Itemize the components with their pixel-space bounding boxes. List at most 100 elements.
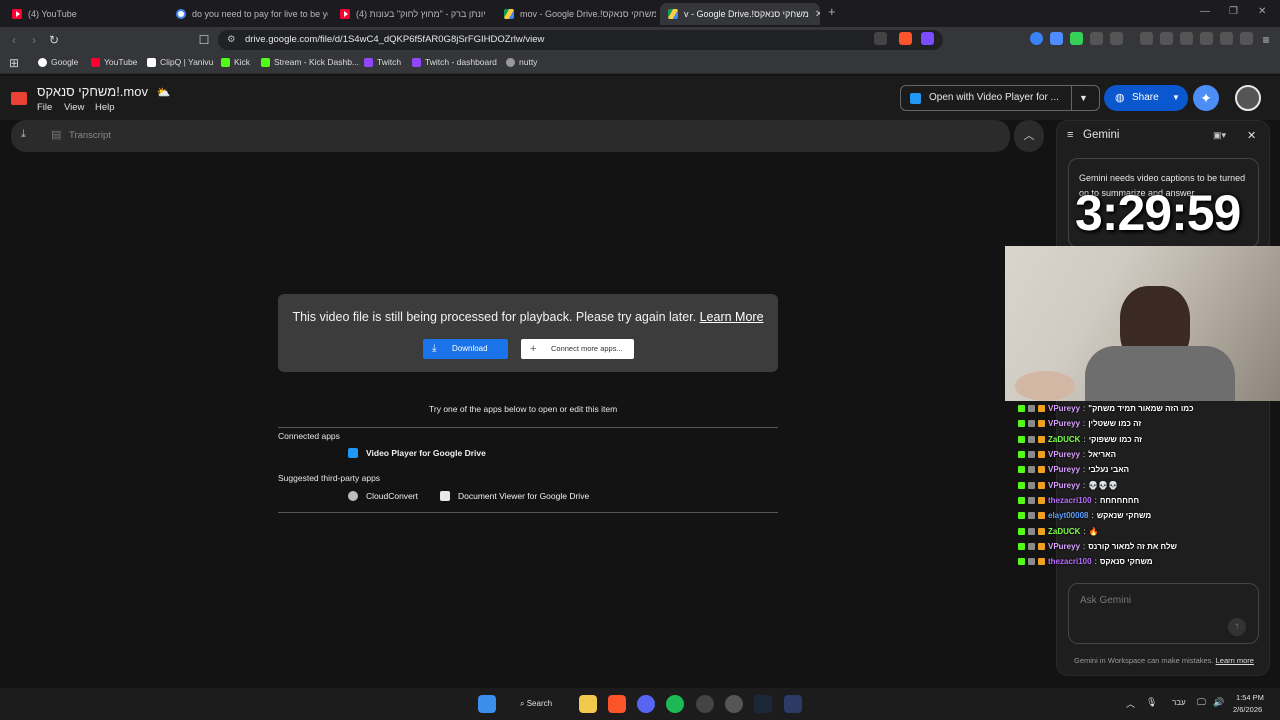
new-tab-icon[interactable]: + xyxy=(828,4,836,19)
download-icon[interactable] xyxy=(1140,32,1153,45)
download-icon[interactable]: ⤓ xyxy=(21,128,26,141)
avatar[interactable] xyxy=(1235,85,1261,111)
menu-file[interactable]: File xyxy=(37,102,52,113)
send-arrow-icon[interactable]: ↑ xyxy=(1228,618,1246,636)
brave-rewards-icon[interactable] xyxy=(921,32,934,45)
transcript-label[interactable]: Transcript xyxy=(69,130,111,141)
tab-youtube[interactable]: (4) YouTube xyxy=(4,3,164,25)
maximize-icon[interactable]: ❐ xyxy=(1229,6,1238,17)
chat-separator: : xyxy=(1083,541,1086,551)
download-button[interactable]: ⤓ Download xyxy=(423,339,508,359)
bookmark-kick[interactable]: Kick xyxy=(221,57,250,67)
connect-more-apps-button[interactable]: + Connect more apps... xyxy=(521,339,634,359)
network-icon[interactable]: 🖵 xyxy=(1197,697,1206,708)
google-icon xyxy=(38,57,47,67)
share-button[interactable]: ◍ Share ▼ xyxy=(1104,85,1188,111)
close-window-icon[interactable]: ✕ xyxy=(1258,6,1266,17)
chat-badge-icon xyxy=(1028,496,1035,504)
collapse-chevron-icon[interactable]: ︿ xyxy=(1014,120,1044,152)
app-document-viewer[interactable]: Document Viewer for Google Drive xyxy=(440,491,589,501)
bookmark-google[interactable]: Google xyxy=(38,57,78,67)
app-icon[interactable] xyxy=(696,695,714,713)
back-icon[interactable]: ‹ xyxy=(6,32,22,48)
bookmark-youtube[interactable]: YouTube xyxy=(91,57,137,67)
chat-text: האבי נעלבי xyxy=(1088,465,1130,475)
leo-icon[interactable] xyxy=(1220,32,1233,45)
language-indicator[interactable]: עבר xyxy=(1172,698,1186,707)
vpn-icon[interactable] xyxy=(1240,32,1253,45)
volume-icon[interactable]: 🔊 xyxy=(1213,697,1224,708)
chat-badge-icon xyxy=(1018,466,1025,474)
chat-text: זה כמו ששטלין xyxy=(1088,419,1142,429)
tab-video[interactable]: (4) יונתן ברק - "מחוץ לחוק" בעונות xyxy=(332,3,492,25)
brave-shield-icon[interactable] xyxy=(899,32,912,45)
extension-icon[interactable] xyxy=(1110,32,1123,45)
reload-icon[interactable]: ↻ xyxy=(46,32,62,48)
transcript-icon: ▤ xyxy=(51,129,62,141)
extension-icon[interactable] xyxy=(1030,32,1043,45)
menu-help[interactable]: Help xyxy=(95,102,115,113)
bookmark-twitch-dashboard[interactable]: Twitch - dashboard xyxy=(412,57,497,67)
app-video-player[interactable]: Video Player for Google Drive xyxy=(348,448,486,458)
chat-username: VPureyy xyxy=(1048,465,1081,475)
google-icon xyxy=(176,9,186,19)
app-icon[interactable] xyxy=(784,695,802,713)
close-icon[interactable]: ✕ xyxy=(1247,129,1256,142)
file-explorer-icon[interactable] xyxy=(579,695,597,713)
media-icon[interactable] xyxy=(1160,32,1173,45)
windows-start-icon[interactable] xyxy=(478,695,496,713)
open-with-button[interactable]: Open with Video Player for ... ▼ xyxy=(900,85,1100,111)
panel-layout-icon[interactable]: ▣▾ xyxy=(1213,130,1226,141)
menu-view[interactable]: View xyxy=(64,102,84,113)
brave-icon[interactable] xyxy=(608,695,626,713)
chat-text: משחקי שנאקש xyxy=(1096,511,1152,521)
address-input[interactable]: ⚙ drive.google.com/file/d/1S4wC4_dQKP6f5… xyxy=(218,30,943,50)
forward-icon[interactable]: › xyxy=(26,32,42,48)
tab-search[interactable]: do you need to pay for live to be you xyxy=(168,3,328,25)
bookmark-clipq[interactable]: ClipQ | Yanivu xyxy=(147,57,213,67)
chat-message: ZaDUCK: 🔥 xyxy=(1018,523,1218,538)
share-caret-icon[interactable]: ▼ xyxy=(1172,85,1180,111)
taskbar-search[interactable]: ⌕ Search xyxy=(512,695,572,713)
bookmark-nutty[interactable]: nutty xyxy=(506,57,537,67)
microphone-icon[interactable]: 🎙 xyxy=(1146,697,1157,708)
gemini-star-icon[interactable]: ✦ xyxy=(1193,85,1219,111)
extension-icon[interactable] xyxy=(1070,32,1083,45)
chat-badge-icon xyxy=(1038,527,1045,535)
ask-gemini-input[interactable]: Ask Gemini ↑ xyxy=(1068,583,1259,644)
bookmark-kick-dashboard[interactable]: Stream - Kick Dashb... xyxy=(261,57,359,67)
sidebar-icon[interactable] xyxy=(1180,32,1193,45)
tray-chevron-icon[interactable]: ︿ xyxy=(1126,697,1135,710)
suggested-apps-heading: Suggested third-party apps xyxy=(278,473,381,483)
site-info-icon[interactable]: ⚙ xyxy=(227,30,236,50)
learn-more-link[interactable]: Learn More xyxy=(700,310,764,324)
tab-drive-1[interactable]: mov - Google Drive.!משחקי סנאקס xyxy=(496,3,656,25)
obs-icon[interactable] xyxy=(725,695,743,713)
gemini-menu-icon[interactable]: ≡ xyxy=(1067,129,1073,141)
chat-message: VPureyy: 💀💀💀 xyxy=(1018,477,1218,492)
cloud-sync-icon[interactable]: ⛅ xyxy=(157,87,171,99)
apps-grid-icon[interactable]: ⊞ xyxy=(6,55,22,71)
minimize-icon[interactable]: — xyxy=(1200,6,1210,17)
close-icon[interactable]: ✕ xyxy=(815,9,820,20)
tab-drive-active[interactable]: v - Google Drive.!משחקי סנאקס ✕ xyxy=(660,3,820,25)
extension-icon[interactable] xyxy=(1050,32,1063,45)
spotify-icon[interactable] xyxy=(666,695,684,713)
chat-badge-icon xyxy=(1038,512,1045,520)
bookmark-icon[interactable]: ☐ xyxy=(196,32,212,48)
processing-card: This video file is still being processed… xyxy=(278,294,778,372)
discord-icon[interactable] xyxy=(637,695,655,713)
dropdown-caret-icon[interactable]: ▼ xyxy=(1079,86,1088,110)
wallet-icon[interactable] xyxy=(1200,32,1213,45)
clock-time[interactable]: 1:54 PM xyxy=(1236,693,1264,702)
bookmark-twitch[interactable]: Twitch xyxy=(364,57,401,67)
learn-more-link[interactable]: Learn more xyxy=(1216,656,1254,665)
share-page-icon[interactable] xyxy=(874,32,887,45)
kick-icon xyxy=(221,57,230,67)
extension-icon[interactable] xyxy=(1090,32,1103,45)
chat-text: האריאל xyxy=(1088,450,1117,460)
menu-icon[interactable]: ≡ xyxy=(1258,32,1274,48)
clock-date[interactable]: 2/6/2026 xyxy=(1233,705,1262,714)
steam-icon[interactable] xyxy=(754,695,772,713)
app-cloudconvert[interactable]: CloudConvert xyxy=(348,491,418,501)
